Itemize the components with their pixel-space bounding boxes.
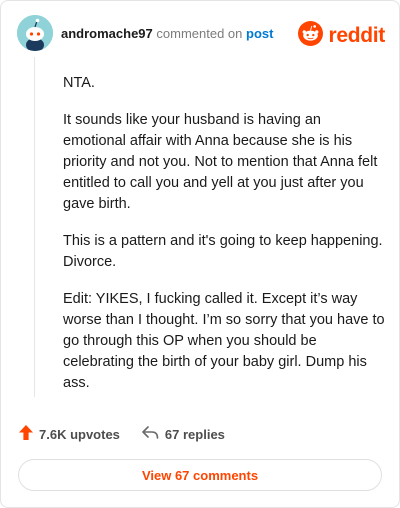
- comment-paragraph: Edit: YIKES, I fucking called it. Except…: [63, 291, 385, 391]
- post-link[interactable]: post: [246, 26, 273, 41]
- comment-actions: 7.6K upvotes 67 replies: [19, 425, 225, 443]
- comment-body: NTA. It sounds like your husband is havi…: [63, 73, 385, 410]
- snoo-avatar-icon[interactable]: [17, 15, 53, 51]
- username-link[interactable]: andromache97: [61, 26, 153, 41]
- reddit-wordmark: reddit: [328, 24, 385, 47]
- upvote-count: 7.6K upvotes: [39, 426, 120, 442]
- reddit-logo[interactable]: reddit: [298, 21, 385, 51]
- comment-paragraph: This is a pattern and it's going to keep…: [63, 233, 383, 270]
- view-comments-button[interactable]: View 67 comments: [18, 459, 382, 491]
- upvote-button[interactable]: 7.6K upvotes: [19, 425, 120, 443]
- reply-button[interactable]: 67 replies: [142, 425, 225, 443]
- comment-card: andromache97 commented on post reddit NT…: [0, 0, 400, 508]
- reply-count: 67 replies: [164, 426, 225, 442]
- comment-meta: andromache97 commented on post: [61, 26, 273, 41]
- reply-arrow-icon: [142, 425, 159, 443]
- commented-on-text: commented on: [156, 26, 243, 41]
- upvote-arrow-icon: [19, 425, 33, 443]
- comment-paragraph: It sounds like your husband is having an…: [63, 112, 378, 212]
- thread-line[interactable]: [34, 57, 35, 397]
- comment-header: andromache97 commented on post reddit: [17, 15, 385, 55]
- comment-paragraph: NTA.: [63, 75, 95, 91]
- reddit-logo-icon: [298, 21, 324, 51]
